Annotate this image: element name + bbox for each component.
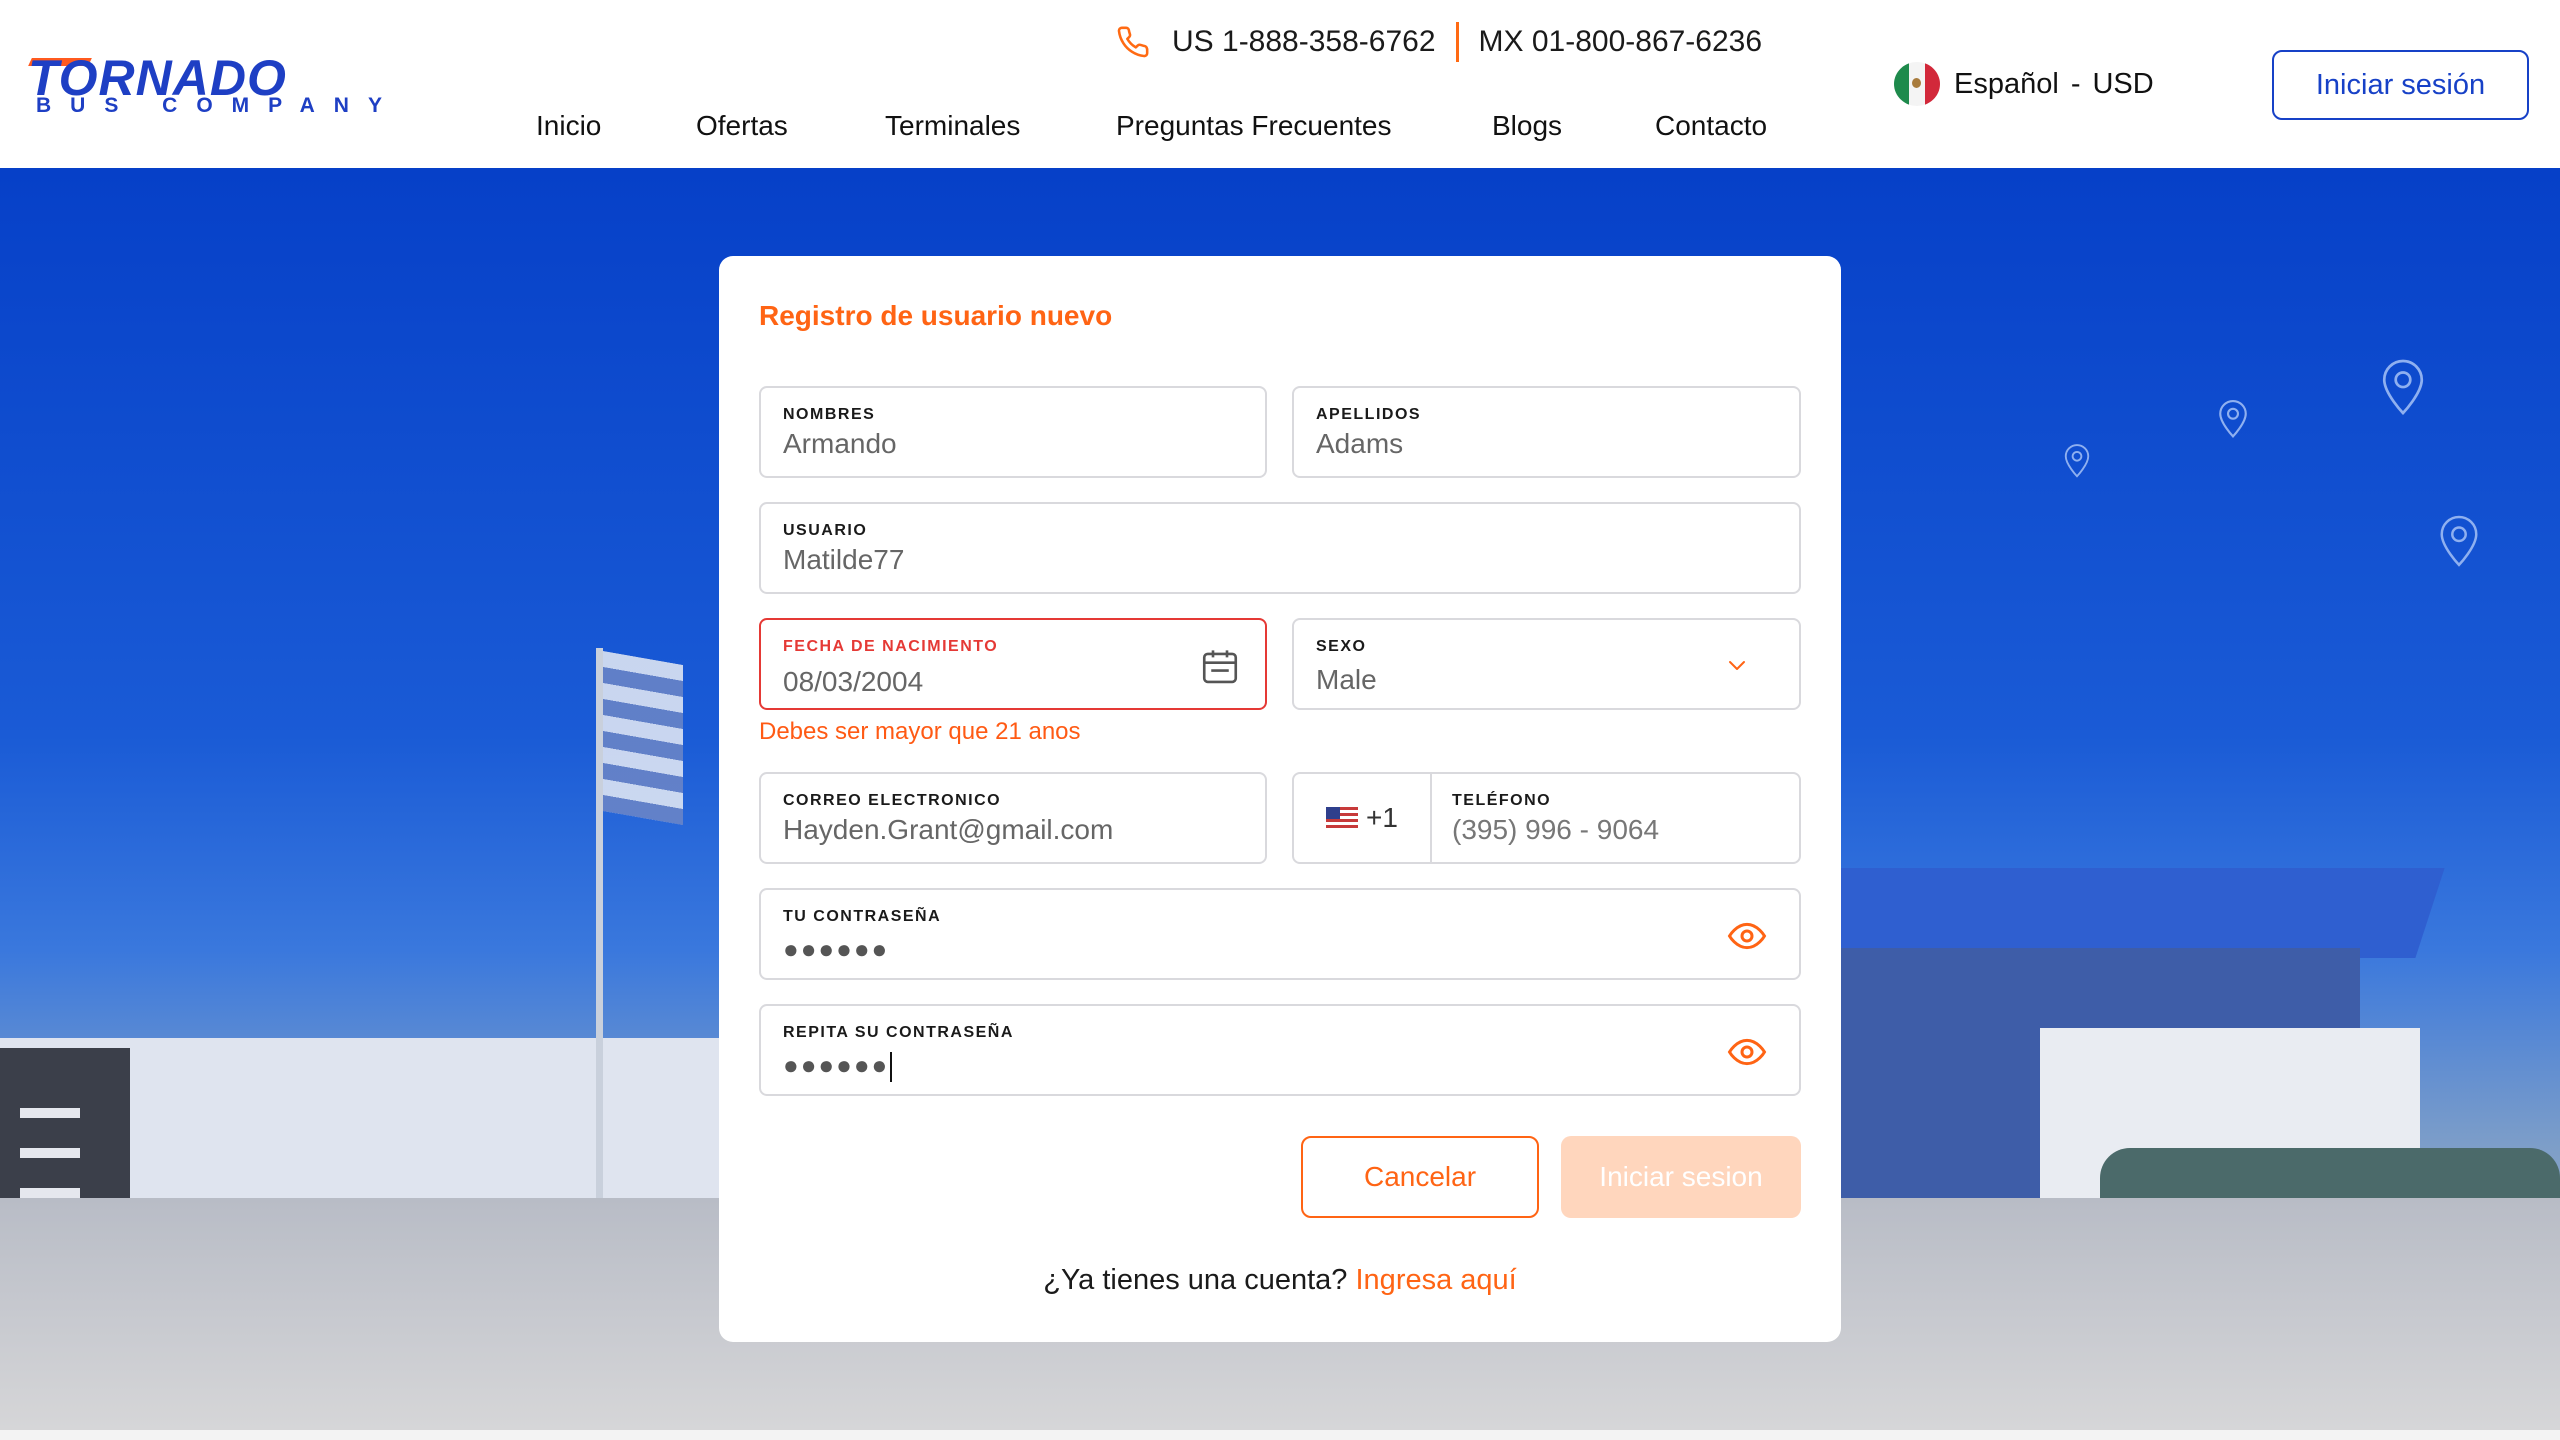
tornado-logo[interactable]: TORNADO BUS COMPANY <box>28 52 382 117</box>
page-bottom-strip <box>0 1430 2560 1440</box>
language-currency-selector[interactable]: Español - USD <box>1894 62 2154 106</box>
username-label: USUARIO <box>783 522 868 539</box>
last-name-field[interactable]: APELLIDOS Adams <box>1292 386 1801 478</box>
phone-mx[interactable]: MX 01-800-867-6236 <box>1479 25 1763 59</box>
nav-item-ofertas[interactable]: Ofertas <box>696 110 788 142</box>
username-input[interactable]: Matilde77 <box>783 544 904 576</box>
mexico-flag-icon <box>1894 62 1940 106</box>
repeat-password-field[interactable]: REPITA SU CONTRASEÑA ●●●●●● <box>759 1004 1801 1096</box>
login-link[interactable]: Ingresa aquí <box>1356 1264 1517 1296</box>
phone-input[interactable]: (395) 996 - 9064 <box>1452 814 1659 846</box>
repeat-password-dots: ●●●●●● <box>783 1050 890 1080</box>
last-name-input[interactable]: Adams <box>1316 428 1403 460</box>
text-cursor <box>890 1052 893 1083</box>
currency-label: USD <box>2092 67 2154 100</box>
first-name-field[interactable]: NOMBRES Armando <box>759 386 1267 478</box>
eye-icon[interactable] <box>1723 916 1771 956</box>
password-input[interactable]: ●●●●●● <box>783 934 889 965</box>
repeat-password-label: REPITA SU CONTRASEÑA <box>783 1024 1014 1041</box>
login-prompt-text: ¿Ya tienes una cuenta? <box>1043 1264 1348 1296</box>
phone-separator <box>1455 22 1459 62</box>
birth-date-error: Debes ser mayor que 21 anos <box>759 718 1081 745</box>
location-pin-icon <box>2064 444 2090 478</box>
email-input[interactable]: Hayden.Grant@gmail.com <box>783 814 1113 846</box>
birth-date-input[interactable]: 08/03/2004 <box>783 666 923 698</box>
login-prompt: ¿Ya tienes una cuenta? Ingresa aquí <box>719 1264 1841 1297</box>
location-pin-icon <box>2219 399 2247 438</box>
birth-date-label: FECHA DE NACIMIENTO <box>783 638 999 655</box>
nav-item-terminales[interactable]: Terminales <box>885 110 1020 142</box>
password-field[interactable]: TU CONTRASEÑA ●●●●●● <box>759 888 1801 980</box>
email-field[interactable]: CORREO ELECTRONICO Hayden.Grant@gmail.co… <box>759 772 1267 864</box>
nav-item-contacto[interactable]: Contacto <box>1655 110 1767 142</box>
nav-item-blogs[interactable]: Blogs <box>1492 110 1562 142</box>
logo-tagline: BUS COMPANY <box>36 94 401 117</box>
email-label: CORREO ELECTRONICO <box>783 792 1002 809</box>
us-flag-icon <box>1326 807 1359 829</box>
language-label: Español <box>1954 67 2059 100</box>
header-login-button[interactable]: Iniciar sesión <box>2272 50 2529 120</box>
last-name-label: APELLIDOS <box>1316 406 1422 423</box>
terminal-canopy <box>1775 868 2445 958</box>
site-header: TORNADO BUS COMPANY US 1-888-358-6762 MX… <box>0 0 2560 168</box>
phone-icon <box>1117 26 1149 58</box>
nav-item-faq[interactable]: Preguntas Frecuentes <box>1116 110 1392 142</box>
country-code: +1 <box>1366 802 1398 833</box>
sex-value[interactable]: Male <box>1316 664 1377 696</box>
location-pin-icon <box>2382 359 2424 416</box>
first-name-label: NOMBRES <box>783 406 876 423</box>
form-title: Registro de usuario nuevo <box>759 300 1113 331</box>
location-pin-icon <box>2440 515 2478 567</box>
sex-select[interactable]: SEXO Male <box>1292 618 1801 710</box>
registration-card: Registro de usuario nuevo NOMBRES Armand… <box>719 256 1841 1342</box>
background-flag <box>603 650 683 826</box>
currency-separator: - <box>2070 67 2081 100</box>
phone-label: TELÉFONO <box>1452 792 1552 809</box>
cancel-button[interactable]: Cancelar <box>1301 1136 1539 1218</box>
phone-field[interactable]: +1 TELÉFONO (395) 996 - 9064 <box>1292 772 1801 864</box>
first-name-input[interactable]: Armando <box>783 428 897 460</box>
nav-item-inicio[interactable]: Inicio <box>536 110 601 142</box>
phone-us[interactable]: US 1-888-358-6762 <box>1172 25 1436 59</box>
chevron-down-icon[interactable] <box>1722 654 1752 678</box>
password-label: TU CONTRASEÑA <box>783 908 942 925</box>
birth-date-field[interactable]: FECHA DE NACIMIENTO 08/03/2004 <box>759 618 1267 710</box>
calendar-icon[interactable] <box>1199 646 1241 688</box>
submit-button[interactable]: Iniciar sesion <box>1561 1136 1801 1218</box>
repeat-password-input[interactable]: ●●●●●● <box>783 1050 893 1083</box>
username-field[interactable]: USUARIO Matilde77 <box>759 502 1801 594</box>
sex-label: SEXO <box>1316 638 1367 655</box>
eye-icon[interactable] <box>1723 1032 1771 1072</box>
country-code-selector[interactable]: +1 <box>1294 774 1432 862</box>
contact-phones: US 1-888-358-6762 MX 01-800-867-6236 <box>1116 18 1762 66</box>
